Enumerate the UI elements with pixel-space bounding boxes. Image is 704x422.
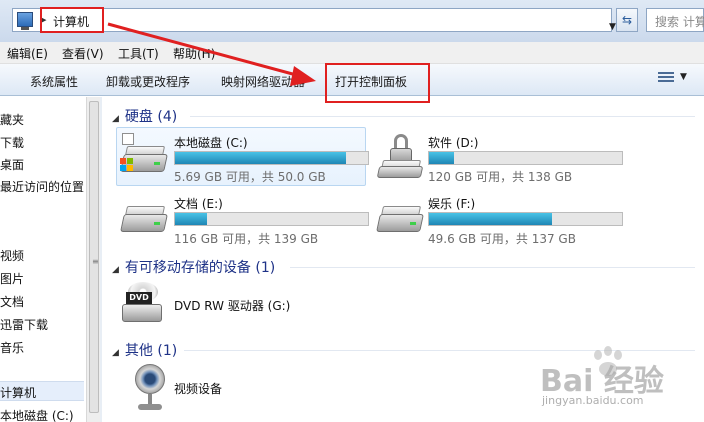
nav-item-computer[interactable]: 计算机 xyxy=(0,381,84,401)
drive-info-c: 5.69 GB 可用，共 50.0 GB xyxy=(174,170,326,184)
menu-help[interactable]: 帮助(H) xyxy=(173,45,215,62)
nav-item-desktop[interactable]: 桌面 xyxy=(0,156,24,173)
dvd-label: DVD xyxy=(126,292,152,304)
uninstall-program-button[interactable]: 卸载或更改程序 xyxy=(106,73,190,90)
nav-item-videos[interactable]: 视频 xyxy=(0,247,24,264)
nav-item-pictures[interactable]: 图片 xyxy=(0,270,24,287)
group-title: 硬盘 (4) xyxy=(124,109,178,125)
windows-logo-icon xyxy=(120,158,134,172)
menu-bar: 编辑(E) 查看(V) 工具(T) 帮助(H) xyxy=(0,42,704,64)
group-header-removable[interactable]: ◢ 有可移动存储的设备 (1) xyxy=(112,257,275,277)
menu-edit[interactable]: 编辑(E) xyxy=(7,45,48,62)
group-divider xyxy=(290,267,695,268)
hard-drive-icon xyxy=(120,204,168,238)
collapse-triangle-icon[interactable]: ◢ xyxy=(112,265,119,275)
usage-fill-c xyxy=(175,152,346,164)
nav-item-music[interactable]: 音乐 xyxy=(0,339,24,356)
video-device-name[interactable]: 视频设备 xyxy=(174,380,222,397)
annotation-box-address xyxy=(40,7,104,33)
usage-bar-c xyxy=(174,151,369,165)
annotation-box-control-panel xyxy=(325,63,430,103)
collapse-triangle-icon[interactable]: ◢ xyxy=(112,348,119,358)
computer-icon xyxy=(17,12,33,30)
view-options-icon[interactable] xyxy=(658,72,674,86)
pane-divider[interactable] xyxy=(100,97,102,422)
search-placeholder: 搜索 计算 xyxy=(655,15,704,29)
usage-fill-d xyxy=(429,152,455,164)
watermark-url: jingyan.baidu.com xyxy=(542,394,644,407)
refresh-button[interactable]: ⇆ xyxy=(616,8,638,32)
grip-icon: ≡ xyxy=(92,257,99,266)
chevron-down-icon[interactable]: ▼ xyxy=(609,22,616,32)
group-header-hard-disks[interactable]: ◢ 硬盘 (4) xyxy=(112,106,177,126)
webcam-icon xyxy=(130,364,170,414)
collapse-triangle-icon[interactable]: ◢ xyxy=(112,114,119,124)
group-header-other[interactable]: ◢ 其他 (1) xyxy=(112,340,177,360)
drive-name-c: 本地磁盘 (C:) xyxy=(174,136,248,150)
nav-item-favorites[interactable]: 藏夹 xyxy=(0,111,24,128)
usage-bar-e xyxy=(174,212,369,226)
nav-item-downloads[interactable]: 下载 xyxy=(0,134,24,151)
chevron-down-icon[interactable]: ▼ xyxy=(680,72,687,82)
drive-name-f[interactable]: 娱乐 (F:) xyxy=(428,195,475,212)
address-bar-row: ▸ 计算机 ▼ ⇆ 搜索 计算 xyxy=(0,0,704,42)
usage-fill-e xyxy=(175,213,207,225)
dvd-drive-name[interactable]: DVD RW 驱动器 (G:) xyxy=(174,297,290,314)
menu-view[interactable]: 查看(V) xyxy=(62,45,104,62)
map-network-drive-button[interactable]: 映射网络驱动器 xyxy=(221,73,305,90)
nav-scrollbar[interactable]: ≡ xyxy=(86,97,100,422)
drive-info-f: 49.6 GB 可用，共 137 GB xyxy=(428,232,576,246)
system-properties-button[interactable]: 系统属性 xyxy=(30,73,78,90)
baidu-watermark: Bai 经验 jingyan.baidu.com xyxy=(540,346,704,422)
usage-fill-f xyxy=(429,213,553,225)
drive-info-e: 116 GB 可用，共 139 GB xyxy=(174,232,319,246)
nav-scrollbar-thumb[interactable]: ≡ xyxy=(89,101,99,413)
locked-drive-icon xyxy=(376,134,424,180)
nav-item-recent-places[interactable]: 最近访问的位置 xyxy=(0,178,84,195)
group-title: 其他 (1) xyxy=(124,343,178,359)
nav-item-local-disk-c[interactable]: 本地磁盘 (C:) xyxy=(0,407,74,422)
group-divider xyxy=(190,116,695,117)
drive-name-e[interactable]: 文档 (E:) xyxy=(174,195,223,212)
hard-drive-icon xyxy=(376,204,424,238)
nav-item-thunder-downloads[interactable]: 迅雷下载 xyxy=(0,316,48,333)
local-disk-icon xyxy=(120,144,168,178)
usage-bar-d xyxy=(428,151,623,165)
search-input[interactable]: 搜索 计算 xyxy=(646,8,704,32)
navigation-pane: 藏夹 下载 桌面 最近访问的位置 视频 图片 文档 迅雷下载 音乐 计算机 本地… xyxy=(0,97,86,422)
group-title: 有可移动存储的设备 (1) xyxy=(124,260,276,276)
nav-item-documents[interactable]: 文档 xyxy=(0,293,24,310)
dvd-drive-icon: DVD xyxy=(122,282,166,326)
usage-bar-f xyxy=(428,212,623,226)
drive-info-d: 120 GB 可用，共 138 GB xyxy=(428,170,573,184)
menu-tools[interactable]: 工具(T) xyxy=(118,45,159,62)
drive-name-d[interactable]: 软件 (D:) xyxy=(428,134,478,151)
